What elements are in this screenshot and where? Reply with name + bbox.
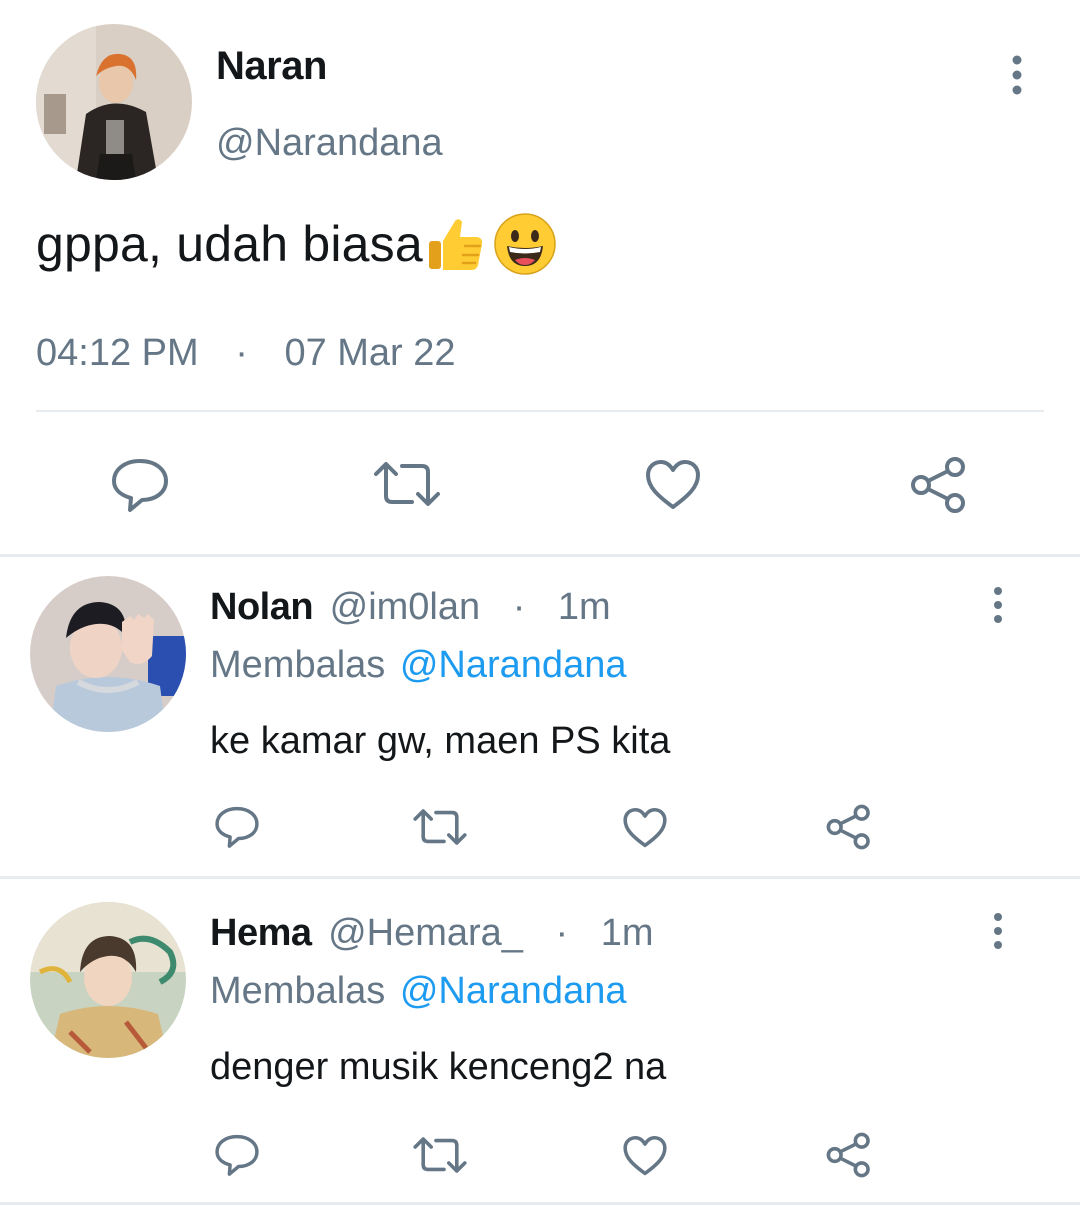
replying-to-link[interactable]: @Narandana — [400, 970, 627, 1012]
reply-meta-separator: · — [512, 586, 526, 628]
reply-avatar[interactable] — [30, 576, 186, 732]
reply-header: Nolan @im0lan · 1m — [210, 586, 611, 629]
more-options-icon[interactable] — [986, 912, 1010, 952]
share-icon[interactable] — [910, 456, 968, 514]
replying-to-link[interactable]: @Narandana — [400, 644, 627, 686]
share-icon[interactable] — [826, 1132, 872, 1178]
more-options-icon[interactable] — [1004, 54, 1030, 98]
replying-label: Membalas — [210, 644, 386, 686]
tweet-date: 07 Mar 22 — [284, 332, 456, 374]
reply-author-name[interactable]: Hema — [210, 912, 312, 954]
reply-header: Hema @Hemara_ · 1m — [210, 912, 654, 955]
reply-text: ke kamar gw, maen PS kita — [210, 720, 671, 762]
author-handle[interactable]: @Narandana — [216, 122, 443, 165]
reply-avatar[interactable] — [30, 902, 186, 1058]
reply-icon[interactable] — [214, 804, 260, 850]
section-separator — [0, 1202, 1080, 1205]
tweet-text: gppa, udah biasa — [36, 216, 423, 272]
section-separator — [0, 554, 1080, 557]
author-name[interactable]: Naran — [216, 44, 327, 89]
tweet-timestamp: 04:12 PM · 07 Mar 22 — [36, 332, 456, 375]
reply-time: 1m — [557, 586, 611, 628]
author-avatar[interactable] — [36, 24, 192, 180]
reply-text: denger musik kenceng2 na — [210, 1046, 667, 1088]
reply-icon[interactable] — [214, 1132, 260, 1178]
reply-meta-separator: · — [555, 912, 569, 954]
reply-time: 1m — [600, 912, 654, 954]
reply-author-handle[interactable]: @Hemara_ — [328, 912, 523, 954]
tweet-time: 04:12 PM — [36, 332, 199, 374]
grinning-face-emoji — [493, 212, 557, 276]
reply-author-name[interactable]: Nolan — [210, 586, 314, 628]
tweet-text-row: gppa, udah biasa — [36, 212, 557, 276]
share-icon[interactable] — [826, 804, 872, 850]
retweet-icon[interactable] — [412, 1134, 468, 1176]
like-icon[interactable] — [622, 806, 668, 850]
like-icon[interactable] — [644, 458, 702, 512]
reply-icon[interactable] — [110, 456, 170, 514]
more-options-icon[interactable] — [986, 586, 1010, 626]
replying-to-line: Membalas @Narandana — [210, 970, 626, 1013]
section-separator — [0, 876, 1080, 879]
retweet-icon[interactable] — [372, 458, 442, 510]
thumbs-up-emoji — [425, 213, 487, 275]
tweet-divider — [36, 410, 1044, 412]
reply-author-handle[interactable]: @im0lan — [330, 586, 481, 628]
replying-to-line: Membalas @Narandana — [210, 644, 626, 687]
tweet-meta-separator: · — [235, 332, 248, 374]
replying-label: Membalas — [210, 970, 386, 1012]
like-icon[interactable] — [622, 1134, 668, 1178]
retweet-icon[interactable] — [412, 806, 468, 848]
